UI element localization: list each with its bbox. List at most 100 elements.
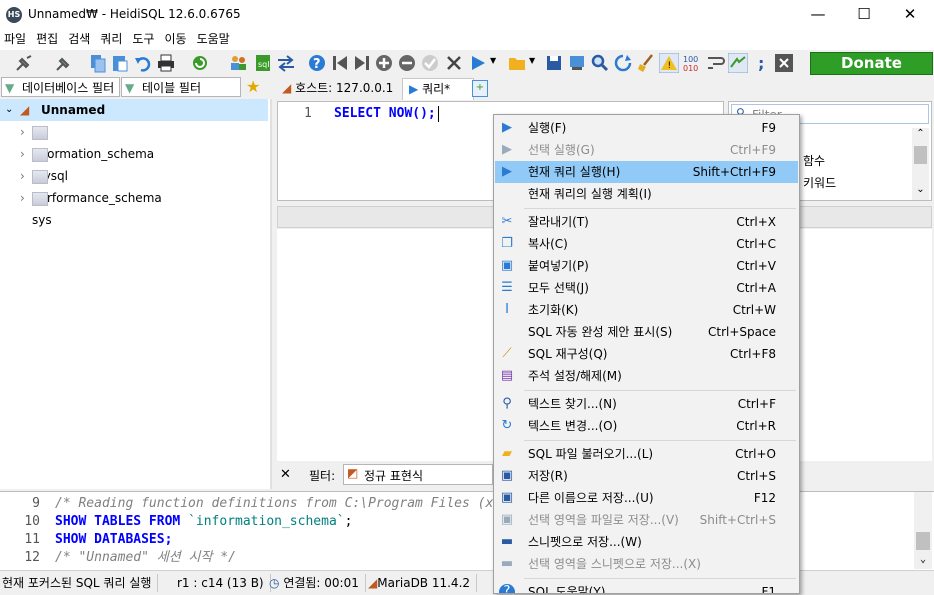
autocomplete-icon[interactable] — [728, 53, 748, 73]
export-icon[interactable]: sql — [253, 53, 273, 73]
menu-item-save-selection[interactable]: ▣ 선택 영역을 파일로 저장...(V) Shift+Ctrl+S — [495, 509, 798, 531]
paste-icon[interactable] — [110, 53, 130, 73]
menu-item-select-all[interactable]: ☰ 모두 선택(J) Ctrl+A — [495, 277, 798, 299]
menu-item-copy[interactable]: ❐ 복사(C) Ctrl+C — [495, 233, 798, 255]
menu-item-comment[interactable]: ▤ 주석 설정/해제(M) — [495, 365, 798, 387]
status-position: r1 : c14 (13 B) — [177, 574, 271, 592]
refresh-icon[interactable] — [190, 53, 210, 73]
menu-item-replace[interactable]: ↻ 텍스트 변경...(O) Ctrl+R — [495, 415, 798, 437]
close-tab-icon[interactable] — [774, 53, 794, 73]
cancel-icon[interactable] — [444, 53, 464, 73]
menu-search[interactable]: 검색 — [63, 30, 95, 48]
user-manager-icon[interactable] — [228, 53, 248, 73]
menu-item-paste[interactable]: ▣ 붙여넣기(P) Ctrl+V — [495, 255, 798, 277]
scroll-up-icon[interactable]: ⌃ — [912, 128, 929, 139]
add-icon[interactable] — [374, 53, 394, 73]
open-folder-icon[interactable] — [507, 53, 527, 73]
play-current-icon: ▶ — [502, 164, 512, 179]
menu-query[interactable]: 쿼리 — [95, 30, 127, 48]
menu-item-find[interactable]: ⚲ 텍스트 찾기...(N) Ctrl+F — [495, 393, 798, 415]
chevron-down-icon[interactable]: ⌄ — [5, 104, 13, 115]
menu-edit[interactable]: 편집 — [31, 30, 63, 48]
first-icon[interactable] — [330, 53, 350, 73]
warning-icon[interactable]: ! — [659, 53, 679, 73]
scroll-thumb[interactable] — [916, 532, 930, 550]
scroll-thumb[interactable] — [914, 146, 927, 164]
log-scrollbar[interactable]: ⌄ — [914, 492, 932, 569]
menu-go[interactable]: 이동 — [159, 30, 191, 48]
helpers-item-functions[interactable]: 함수 — [803, 152, 825, 169]
connect-icon[interactable] — [14, 53, 34, 73]
menu-file[interactable]: 파일 — [0, 30, 31, 48]
filter-input[interactable]: ◩ 정규 표현식 — [343, 464, 493, 485]
replace-icon[interactable] — [613, 53, 633, 73]
tree-node-session[interactable]: ⌄ ◢ Unnamed — [0, 99, 268, 121]
wrap-icon[interactable] — [705, 53, 725, 73]
database-filter-input[interactable]: ▼ 데이터베이스 필터 — [1, 77, 120, 97]
new-tab-icon[interactable]: + — [472, 80, 488, 97]
minimize-button[interactable]: — — [795, 0, 841, 30]
chevron-right-icon[interactable]: › — [20, 143, 25, 165]
menu-item-save-selection-snippet[interactable]: ▬ 선택 영역을 스니펫으로 저장...(X) — [495, 553, 798, 575]
menu-item-sql-help[interactable]: ? SQL 도움말(Y) F1 — [495, 581, 798, 593]
last-icon[interactable] — [352, 53, 372, 73]
menu-item-run-current[interactable]: ▶ 현재 쿼리 실행(H) Shift+Ctrl+F9 — [495, 161, 798, 183]
favorite-star-icon[interactable]: ★ — [246, 77, 260, 96]
binary-icon[interactable]: 100010 — [682, 53, 702, 73]
undo-icon[interactable] — [133, 53, 153, 73]
remove-icon[interactable] — [397, 53, 417, 73]
menu-item-cut[interactable]: ✂ 잘라내기(T) Ctrl+X — [495, 211, 798, 233]
open-dropdown-icon[interactable]: ▼ — [529, 56, 535, 65]
disconnect-icon[interactable] — [54, 53, 74, 73]
menu-item-run[interactable]: ▶ 실행(F) F9 — [495, 117, 798, 139]
chevron-right-icon[interactable]: › — [20, 121, 25, 143]
close-filter-icon[interactable]: ✕ — [280, 467, 291, 482]
chevron-right-icon[interactable]: › — [20, 165, 25, 187]
check-icon[interactable] — [420, 53, 440, 73]
menu-item-reformat[interactable]: ⟋ SQL 재구성(Q) Ctrl+F8 — [495, 343, 798, 365]
tab-host[interactable]: ◢ 호스트: 127.0.0.1 — [276, 78, 404, 99]
search-icon: ⚲ — [502, 396, 512, 411]
menu-separator — [524, 440, 796, 441]
scroll-down-icon[interactable]: ⌄ — [914, 554, 932, 565]
svg-text:010: 010 — [683, 64, 698, 73]
splitter[interactable] — [270, 99, 272, 489]
table-filter-input[interactable]: ▼ 테이블 필터 — [121, 77, 241, 97]
menu-item-autocomplete[interactable]: SQL 자동 완성 제안 표시(S) Ctrl+Space — [495, 321, 798, 343]
print-icon[interactable] — [156, 53, 176, 73]
menu-item-clear[interactable]: I 초기화(K) Ctrl+W — [495, 299, 798, 321]
helpers-item-keywords[interactable]: 키워드 — [803, 174, 836, 191]
database-icon — [32, 147, 48, 162]
help-icon[interactable]: ? — [307, 53, 327, 73]
donate-button[interactable]: Donate — [810, 52, 933, 75]
menu-item-run-selection[interactable]: ▶ 선택 실행(G) Ctrl+F9 — [495, 139, 798, 161]
search-icon[interactable] — [590, 53, 610, 73]
menu-item-load-file[interactable]: ▰ SQL 파일 불러오기...(L) Ctrl+O — [495, 443, 798, 465]
run-dropdown-icon[interactable]: ▼ — [490, 56, 496, 65]
close-button[interactable]: ✕ — [887, 0, 933, 30]
menu-bar: 파일 편집 검색 쿼리 도구 이동 도움말 — [0, 30, 934, 50]
transfer-icon[interactable] — [276, 53, 296, 73]
folder-icon: ▰ — [502, 446, 512, 461]
play-selection-icon: ▶ — [502, 142, 512, 157]
chevron-right-icon[interactable]: › — [20, 187, 25, 209]
filter-label: 필터: — [309, 469, 336, 483]
menu-item-save-snippet[interactable]: ▬ 스니펫으로 저장...(W) — [495, 531, 798, 553]
tab-query[interactable]: ▶ 쿼리* — [402, 78, 474, 100]
menu-tools[interactable]: 도구 — [127, 30, 159, 48]
helpers-scrollbar[interactable]: ⌃ ⌄ — [912, 128, 929, 200]
menu-item-save-as[interactable]: ▣ 다른 이름으로 저장...(U) F12 — [495, 487, 798, 509]
broom-icon[interactable] — [636, 53, 656, 73]
copy-icon[interactable] — [88, 53, 108, 73]
session-name: Unnamed — [41, 103, 106, 117]
run-icon[interactable] — [468, 53, 488, 73]
save-snippet-icon[interactable] — [567, 53, 587, 73]
scroll-down-icon[interactable]: ⌄ — [912, 184, 929, 195]
menu-item-explain[interactable]: 현재 쿼리의 실행 계획(I) — [495, 183, 798, 205]
menu-help[interactable]: 도움말 — [192, 30, 235, 48]
semicolon-icon[interactable]: ; — [752, 53, 772, 73]
menu-item-save[interactable]: ▣ 저장(R) Ctrl+S — [495, 465, 798, 487]
log-line: 10 SHOW TABLES FROM `information_schema`; — [24, 514, 353, 529]
save-icon[interactable] — [544, 53, 564, 73]
maximize-button[interactable]: ☐ — [841, 0, 887, 30]
